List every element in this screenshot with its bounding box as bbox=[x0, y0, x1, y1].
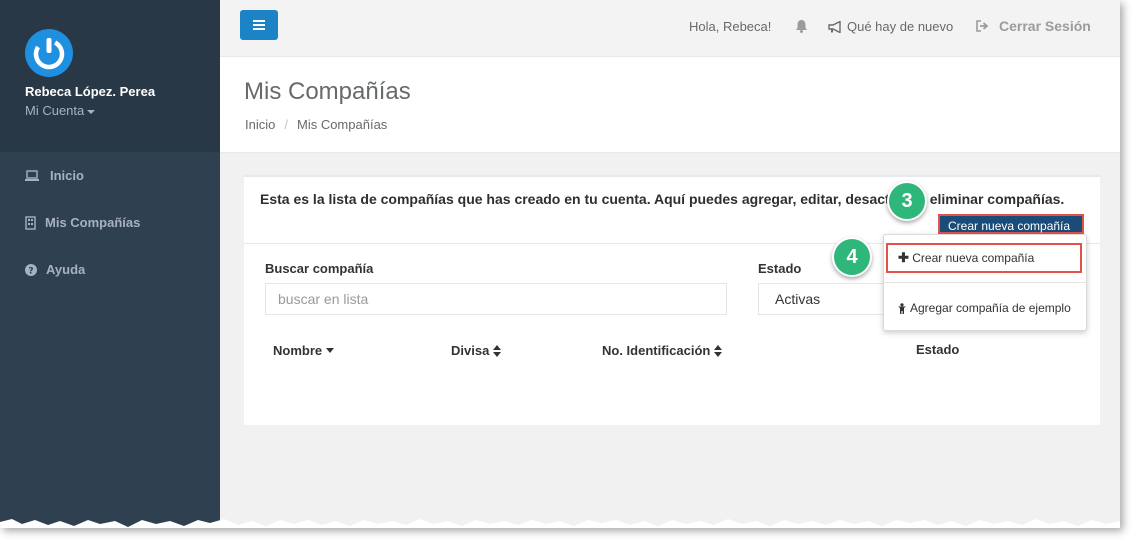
column-header-nombre[interactable]: Nombre bbox=[273, 343, 335, 358]
sidebar-item-ayuda[interactable]: ? Ayuda bbox=[25, 262, 85, 277]
intro-text-part1: Esta es la lista de compañías que has cr… bbox=[260, 191, 890, 207]
sort-icon bbox=[714, 344, 723, 357]
intro-text: Esta es la lista de compañías que has cr… bbox=[260, 191, 1064, 207]
search-label: Buscar compañía bbox=[265, 261, 374, 276]
svg-text:?: ? bbox=[28, 266, 33, 276]
sidebar-item-label: Ayuda bbox=[46, 262, 86, 277]
greeting-text: Hola, Rebeca! bbox=[689, 19, 772, 34]
search-input[interactable] bbox=[265, 283, 727, 315]
column-header-identificacion[interactable]: No. Identificación bbox=[602, 343, 723, 358]
sidebar-item-inicio[interactable]: Inicio bbox=[25, 168, 84, 183]
notifications-bell-icon[interactable] bbox=[795, 19, 808, 38]
column-label: Nombre bbox=[273, 343, 323, 358]
breadcrumb-current: Mis Compañías bbox=[296, 117, 388, 132]
user-name: Rebeca López. Perea bbox=[25, 84, 156, 99]
sidebar-profile: Rebeca López. Perea Mi Cuenta bbox=[0, 0, 220, 152]
breadcrumb-separator: / bbox=[284, 117, 288, 132]
column-label: No. Identificación bbox=[602, 343, 711, 358]
hamburger-icon bbox=[253, 20, 265, 22]
create-company-dropdown: ✚ Crear nueva compañía Agregar compañía … bbox=[883, 234, 1087, 331]
megaphone-icon bbox=[828, 20, 841, 33]
logout-label: Cerrar Sesión bbox=[999, 18, 1091, 34]
dropdown-item-label: Agregar compañía de ejemplo bbox=[910, 301, 1071, 315]
caret-down-icon bbox=[87, 109, 96, 114]
torn-edge-decoration bbox=[0, 519, 1120, 528]
account-menu[interactable]: Mi Cuenta bbox=[25, 103, 96, 118]
breadcrumb-inicio[interactable]: Inicio bbox=[245, 117, 275, 132]
top-navbar: Hola, Rebeca! Qué hay de nuevo Cerrar Se… bbox=[220, 0, 1120, 57]
create-company-button[interactable]: Crear nueva compañía bbox=[938, 214, 1084, 249]
page-title: Mis Compañías bbox=[244, 78, 411, 105]
plus-icon: ✚ bbox=[898, 250, 909, 265]
dropdown-item-sample-company[interactable]: Agregar compañía de ejemplo bbox=[898, 301, 1071, 315]
whats-new-label: Qué hay de nuevo bbox=[847, 19, 954, 34]
sidebar-item-label: Mis Compañías bbox=[45, 215, 141, 230]
step-badge-3: 3 bbox=[887, 181, 927, 221]
sidebar-item-mis-companias[interactable]: Mis Compañías bbox=[25, 215, 140, 230]
app-window: Rebeca López. Perea Mi Cuenta Inicio Mis… bbox=[0, 0, 1120, 528]
logout-link[interactable]: Cerrar Sesión bbox=[976, 18, 1091, 34]
sidebar: Rebeca López. Perea Mi Cuenta Inicio Mis… bbox=[0, 0, 220, 528]
status-select[interactable]: Activas bbox=[758, 283, 898, 315]
intro-text-part2: eliminar compañías. bbox=[929, 191, 1065, 207]
column-label: Divisa bbox=[451, 343, 490, 358]
question-circle-icon: ? bbox=[25, 263, 37, 276]
building-icon bbox=[25, 215, 36, 230]
whats-new-link[interactable]: Qué hay de nuevo bbox=[828, 19, 953, 34]
column-label: Estado bbox=[916, 342, 960, 357]
step-badge-4: 4 bbox=[832, 237, 872, 277]
create-company-label: Crear nueva compañía bbox=[948, 219, 1071, 233]
account-label: Mi Cuenta bbox=[25, 103, 85, 118]
menu-toggle-button[interactable] bbox=[240, 10, 278, 40]
dropdown-item-label: Crear nueva compañía bbox=[912, 251, 1035, 265]
column-header-divisa[interactable]: Divisa bbox=[451, 343, 502, 358]
sidebar-item-label: Inicio bbox=[50, 168, 84, 183]
dropdown-divider bbox=[884, 282, 1086, 283]
dropdown-item-create-company[interactable]: ✚ Crear nueva compañía bbox=[886, 243, 1082, 273]
power-logo-icon bbox=[25, 29, 73, 77]
sort-desc-icon bbox=[326, 347, 335, 353]
sign-out-icon bbox=[976, 20, 989, 32]
breadcrumb: Inicio / Mis Compañías bbox=[245, 117, 387, 132]
laptop-icon bbox=[25, 169, 39, 181]
column-header-estado[interactable]: Estado bbox=[916, 342, 959, 357]
status-label: Estado bbox=[758, 261, 802, 276]
sort-icon bbox=[493, 344, 502, 357]
page-heading: Mis Compañías Inicio / Mis Compañías bbox=[220, 57, 1120, 153]
child-icon bbox=[898, 302, 906, 314]
